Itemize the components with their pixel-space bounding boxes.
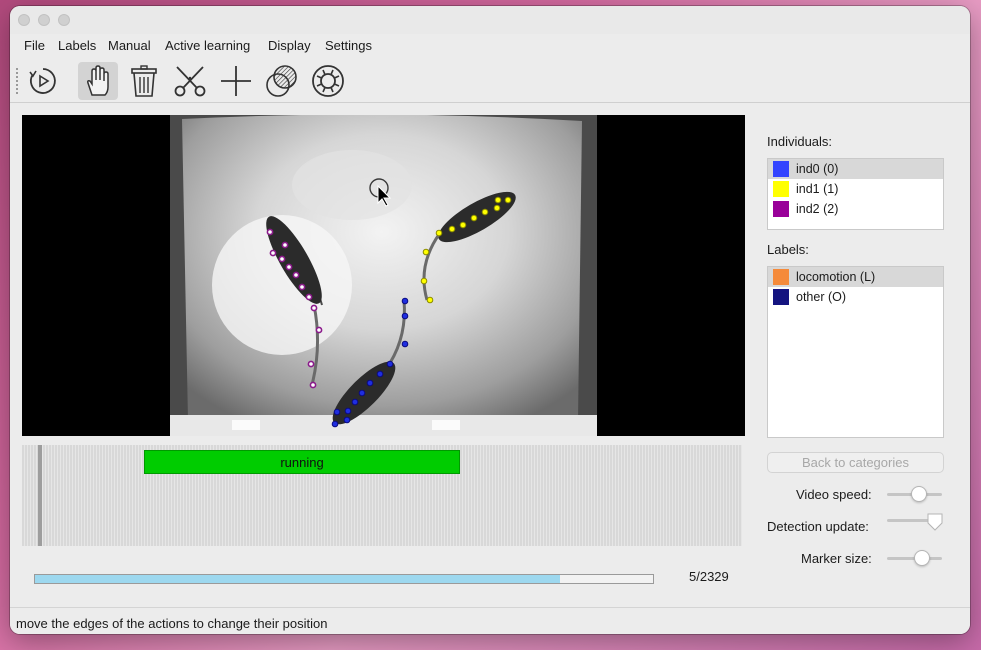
marker-size-knob[interactable]	[914, 550, 930, 566]
video-frame	[22, 115, 745, 436]
menu-labels[interactable]: Labels	[58, 38, 96, 53]
video-progress-bar[interactable]	[34, 574, 654, 584]
status-message: move the edges of the actions to change …	[16, 616, 328, 631]
overlap-icon	[266, 65, 297, 97]
minimize-window-button[interactable]	[38, 14, 50, 26]
menu-bar: File Labels Manual Active learning Displ…	[10, 34, 970, 58]
action-segment-running[interactable]: running	[144, 450, 460, 474]
color-swatch	[773, 289, 789, 305]
individual-item-ind0[interactable]: ind0 (0)	[768, 159, 943, 179]
plus-icon	[221, 66, 251, 96]
help-button[interactable]	[308, 62, 348, 100]
color-swatch	[773, 269, 789, 285]
label-item-locomotion[interactable]: locomotion (L)	[768, 267, 943, 287]
labels-title: Labels:	[767, 242, 809, 257]
back-to-categories-button[interactable]: Back to categories	[767, 452, 944, 473]
action-timeline[interactable]: running	[22, 445, 742, 546]
label-text: other (O)	[796, 290, 847, 304]
individual-item-ind1[interactable]: ind1 (1)	[768, 179, 943, 199]
lifebuoy-icon	[312, 65, 344, 97]
progress-fill	[35, 575, 561, 583]
individual-label: ind1 (1)	[796, 182, 839, 196]
toolbar-grip[interactable]	[16, 68, 20, 94]
detection-update-knob[interactable]	[927, 513, 943, 531]
color-swatch	[773, 201, 789, 217]
labels-list: locomotion (L) other (O)	[767, 266, 944, 438]
individuals-list: ind0 (0) ind1 (1) ind2 (2)	[767, 158, 944, 230]
detection-update-label: Detection update:	[767, 519, 869, 534]
app-window: File Labels Manual Active learning Displ…	[10, 6, 970, 634]
individuals-title: Individuals:	[767, 134, 833, 149]
overlap-button[interactable]	[262, 62, 302, 100]
zoom-window-button[interactable]	[58, 14, 70, 26]
cut-button[interactable]	[170, 62, 210, 100]
add-button[interactable]	[216, 62, 256, 100]
toolbar	[10, 60, 970, 103]
play-button[interactable]	[23, 62, 63, 100]
color-swatch	[773, 161, 789, 177]
individual-label: ind2 (2)	[796, 202, 839, 216]
menu-file[interactable]: File	[24, 38, 45, 53]
hand-tool-button[interactable]	[78, 62, 118, 100]
menu-settings[interactable]: Settings	[325, 38, 372, 53]
hand-icon	[87, 65, 109, 96]
status-bar: move the edges of the actions to change …	[10, 607, 970, 634]
title-bar	[10, 6, 970, 34]
label-item-other[interactable]: other (O)	[768, 287, 943, 307]
color-swatch	[773, 181, 789, 197]
label-text: locomotion (L)	[796, 270, 876, 284]
video-speed-label: Video speed:	[796, 487, 872, 502]
delete-button[interactable]	[124, 62, 164, 100]
close-window-button[interactable]	[18, 14, 30, 26]
play-icon	[29, 68, 56, 94]
video-speed-knob[interactable]	[911, 486, 927, 502]
trash-icon	[131, 65, 157, 97]
menu-display[interactable]: Display	[268, 38, 311, 53]
main-content: running 5/2329 Individuals: ind0 (0) ind…	[10, 103, 970, 606]
marker-size-label: Marker size:	[801, 551, 872, 566]
action-label: running	[280, 454, 324, 470]
individual-item-ind2[interactable]: ind2 (2)	[768, 199, 943, 219]
video-viewer[interactable]	[22, 115, 745, 436]
individual-label: ind0 (0)	[796, 162, 839, 176]
scissors-icon	[174, 66, 206, 97]
menu-manual[interactable]: Manual	[108, 38, 151, 53]
menu-active-learning[interactable]: Active learning	[165, 38, 250, 53]
frame-counter: 5/2329	[689, 569, 729, 584]
